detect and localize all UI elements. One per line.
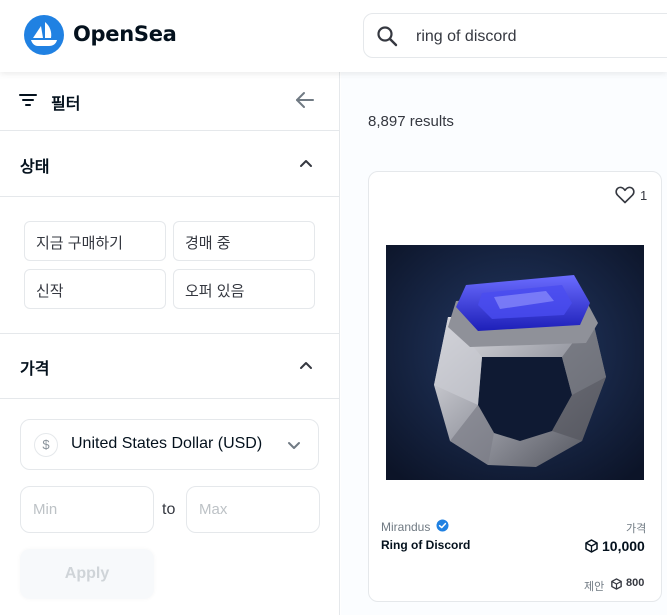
top-header: OpenSea bbox=[0, 0, 667, 72]
nft-name: Ring of Discord bbox=[381, 538, 471, 552]
results-count: 8,897 results bbox=[368, 113, 454, 130]
price-filter: $ United States Dollar (USD) to Apply bbox=[0, 399, 339, 615]
heart-icon[interactable] bbox=[615, 186, 635, 204]
price-caption: 가격 bbox=[626, 523, 647, 535]
offer-caption: 제안 bbox=[584, 581, 605, 593]
ethereum-icon bbox=[585, 539, 598, 553]
best-offer: 800 bbox=[626, 577, 645, 589]
status-option-has-offers[interactable]: 오퍼 있음 bbox=[173, 269, 315, 309]
filter-icon bbox=[19, 94, 37, 106]
chevron-up-icon bbox=[300, 362, 312, 369]
status-option-on-auction[interactable]: 경매 중 bbox=[173, 221, 315, 261]
nft-price: 10,000 bbox=[602, 538, 645, 554]
collection-name[interactable]: Mirandus bbox=[381, 520, 430, 534]
chevron-up-icon bbox=[300, 160, 312, 167]
search-bar[interactable] bbox=[363, 13, 667, 58]
search-icon bbox=[377, 26, 398, 47]
verified-badge-icon bbox=[436, 519, 449, 532]
price-min-input[interactable] bbox=[20, 486, 154, 533]
filter-sidebar: 필터 상태 지금 구매하기 경매 중 신작 오퍼 있음 가격 $ United … bbox=[0, 72, 340, 615]
dollar-icon: $ bbox=[34, 433, 58, 457]
currency-selected-value: United States Dollar (USD) bbox=[71, 435, 263, 452]
nft-card[interactable]: 1 Mirandus 가격 Ring of Discord 10,000 제안 … bbox=[368, 171, 662, 602]
currency-select[interactable]: $ United States Dollar (USD) bbox=[20, 419, 319, 470]
price-max-input[interactable] bbox=[186, 486, 320, 533]
apply-button[interactable]: Apply bbox=[20, 549, 154, 599]
nft-image-ring[interactable] bbox=[386, 245, 644, 480]
favorite-count: 1 bbox=[640, 188, 648, 203]
results-panel: 8,897 results 1 Mirandus 가격 Ring of Disc… bbox=[341, 72, 667, 615]
status-section-title: 상태 bbox=[20, 159, 50, 176]
filter-label: 필터 bbox=[51, 96, 81, 113]
opensea-logo-icon[interactable] bbox=[24, 15, 64, 55]
filter-header: 필터 bbox=[0, 72, 339, 131]
status-option-buy-now[interactable]: 지금 구매하기 bbox=[24, 221, 166, 261]
ethereum-icon bbox=[611, 578, 622, 590]
brand-name[interactable]: OpenSea bbox=[73, 22, 177, 46]
price-section-header[interactable]: 가격 bbox=[0, 333, 339, 399]
status-option-new[interactable]: 신작 bbox=[24, 269, 166, 309]
chevron-down-icon bbox=[288, 442, 300, 449]
price-section-title: 가격 bbox=[20, 361, 50, 378]
collapse-sidebar-arrow-icon[interactable] bbox=[294, 89, 316, 111]
search-input[interactable] bbox=[416, 26, 656, 48]
status-options: 지금 구매하기 경매 중 신작 오퍼 있음 bbox=[0, 197, 339, 334]
range-separator: to bbox=[162, 501, 176, 518]
status-section-header[interactable]: 상태 bbox=[0, 131, 339, 197]
